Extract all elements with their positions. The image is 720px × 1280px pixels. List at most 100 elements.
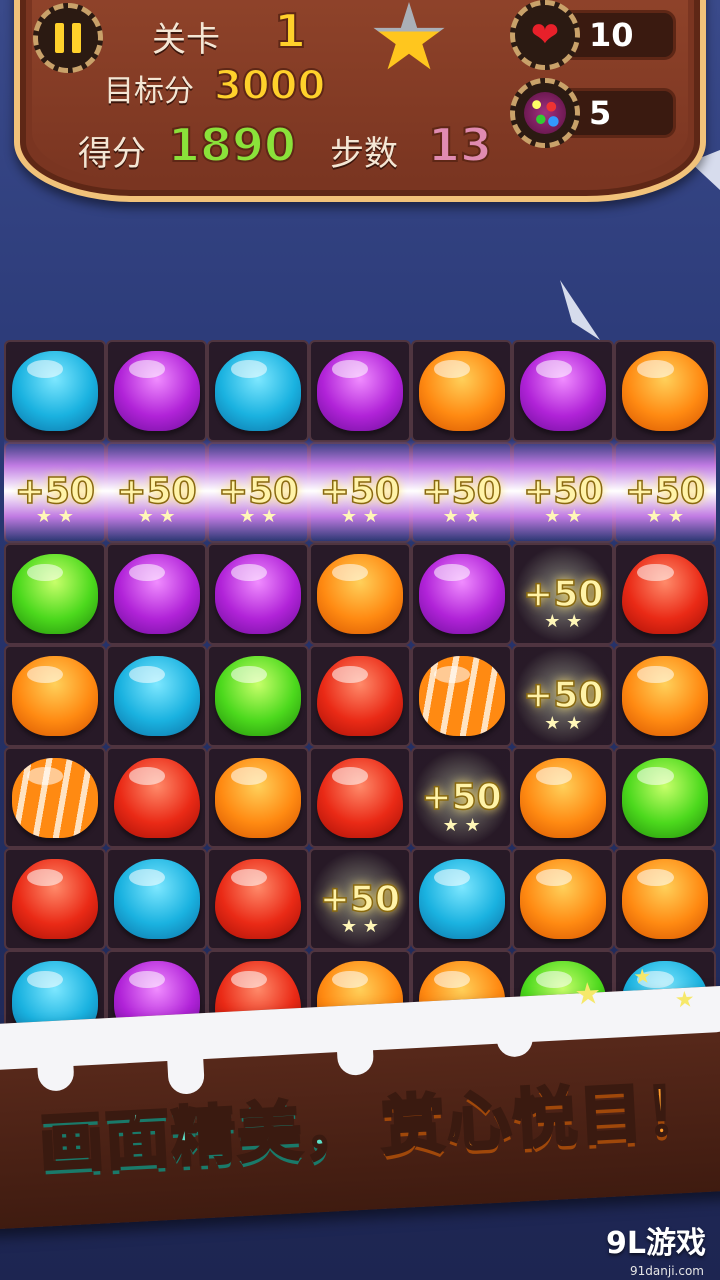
board-cell[interactable]: +50 ★ ★ (309, 848, 411, 951)
score-label: 得分 (78, 134, 146, 174)
orange-candy[interactable] (215, 757, 302, 838)
board-cell[interactable] (4, 848, 106, 951)
purple-candy[interactable] (113, 350, 200, 431)
beam-cell: +50 ★ ★ (614, 440, 716, 542)
candy-bomb-icon[interactable] (510, 78, 580, 148)
board-cell[interactable] (614, 340, 716, 442)
banner-text-right: 赏心悦目！ (378, 1072, 714, 1166)
score-popup: +50 (522, 573, 604, 616)
green-candy[interactable] (11, 554, 98, 635)
board-cell[interactable] (309, 543, 411, 646)
blue-candy[interactable] (215, 350, 302, 431)
star-icon: ★ (674, 987, 696, 1014)
orange-candy[interactable] (621, 350, 708, 431)
red-candy[interactable] (316, 757, 403, 838)
board-cell[interactable] (614, 645, 716, 747)
purple-candy[interactable] (316, 350, 403, 431)
board-cell[interactable] (614, 848, 716, 951)
purple-candy[interactable] (113, 554, 200, 635)
board-cell[interactable] (207, 746, 310, 849)
striped-candy[interactable] (11, 757, 98, 838)
orange-candy[interactable] (520, 859, 607, 940)
star-icon: ★ (632, 963, 653, 989)
board-cell[interactable] (207, 848, 310, 951)
sparkle-icon: ★ ★ (442, 506, 481, 527)
frosting-drip (496, 1025, 534, 1058)
bombs-value: 5 (589, 94, 612, 132)
banner-text-left: 画面精美， (36, 1090, 372, 1184)
sparkle-icon: ★ ★ (544, 506, 583, 527)
board-cell[interactable] (4, 645, 106, 747)
purple-candy[interactable] (418, 554, 505, 635)
striped-candy[interactable] (418, 655, 505, 736)
red-candy[interactable] (621, 554, 708, 635)
board-cell[interactable]: +50 ★ ★ (410, 746, 513, 849)
beam-cell: +50 ★ ★ (106, 440, 208, 542)
board-cell[interactable] (207, 340, 310, 442)
orange-candy[interactable] (520, 757, 607, 838)
board-cell[interactable] (207, 645, 310, 747)
red-candy[interactable] (215, 859, 302, 940)
sparkle-icon: ★ ★ (239, 506, 278, 527)
purple-candy[interactable] (215, 554, 302, 635)
board-cell[interactable] (4, 746, 106, 849)
beam-cell: +50 ★ ★ (512, 440, 614, 542)
orange-candy[interactable] (621, 655, 708, 736)
orange-candy[interactable] (621, 859, 708, 940)
promo-banner: ★ ★ ★ 画面精美， 赏心悦目！ (0, 964, 720, 1230)
sparkle-icon: ★ ★ (442, 814, 481, 836)
board-cell[interactable]: +50 ★ ★ (512, 543, 615, 646)
red-candy[interactable] (316, 655, 403, 736)
board-cell[interactable] (614, 746, 716, 849)
green-candy[interactable] (621, 757, 708, 838)
board-cell[interactable] (410, 543, 513, 646)
frosting-drip (336, 1034, 375, 1077)
board-cell[interactable] (105, 848, 208, 951)
board-cell[interactable] (309, 340, 411, 442)
orange-candy[interactable] (418, 350, 505, 431)
board-cell[interactable] (207, 543, 310, 646)
star-icon: ★ (573, 976, 603, 1013)
board-cell[interactable] (309, 645, 411, 747)
heart-icon[interactable]: ❤ (510, 0, 580, 70)
red-candy[interactable] (11, 859, 98, 940)
board-cell[interactable] (512, 340, 615, 442)
board-cell[interactable] (512, 746, 615, 849)
sparkle-icon: ★ ★ (137, 506, 176, 527)
green-candy[interactable] (215, 655, 302, 736)
board-cell[interactable] (512, 848, 615, 951)
board-cell[interactable] (410, 848, 513, 951)
blue-candy[interactable] (418, 859, 505, 940)
board-cell[interactable] (105, 746, 208, 849)
board-cell[interactable]: +50 ★ ★ (512, 645, 615, 747)
pause-button[interactable] (33, 3, 103, 73)
purple-candy[interactable] (520, 350, 607, 431)
board-cell[interactable] (309, 746, 411, 849)
red-candy[interactable] (113, 757, 200, 838)
board-cell[interactable] (105, 340, 208, 442)
site-logo: 9L游戏 (606, 1226, 706, 1261)
candy-bomb-ball (524, 92, 566, 134)
orange-candy[interactable] (316, 554, 403, 635)
board-cell[interactable] (4, 340, 106, 442)
board-cell[interactable] (4, 543, 106, 646)
row-clear-beam: +50 ★ ★ +50 ★ ★ +50 ★ ★ +50 ★ ★ +50 ★ ★ +50 ★ ★ +50 ★… (4, 440, 716, 542)
frosting-drip (36, 1049, 75, 1092)
orange-candy[interactable] (11, 655, 98, 736)
target-label: 目标分 (104, 74, 194, 109)
blue-candy[interactable] (11, 350, 98, 431)
sparkle-icon: ★ ★ (544, 611, 583, 633)
board-cell[interactable] (105, 543, 208, 646)
blue-candy[interactable] (113, 859, 200, 940)
blue-candy[interactable] (113, 655, 200, 736)
background-shard (560, 280, 600, 340)
board-cell[interactable] (410, 645, 513, 747)
board-cell[interactable] (614, 543, 716, 646)
bombs-counter: 5 (570, 88, 676, 138)
board-cell[interactable] (410, 340, 513, 442)
sparkle-icon: ★ ★ (35, 506, 74, 527)
board-cell[interactable] (105, 645, 208, 747)
pause-icon (55, 23, 64, 53)
beam-cell: +50 ★ ★ (411, 440, 513, 542)
sparkle-icon: ★ ★ (645, 506, 684, 527)
